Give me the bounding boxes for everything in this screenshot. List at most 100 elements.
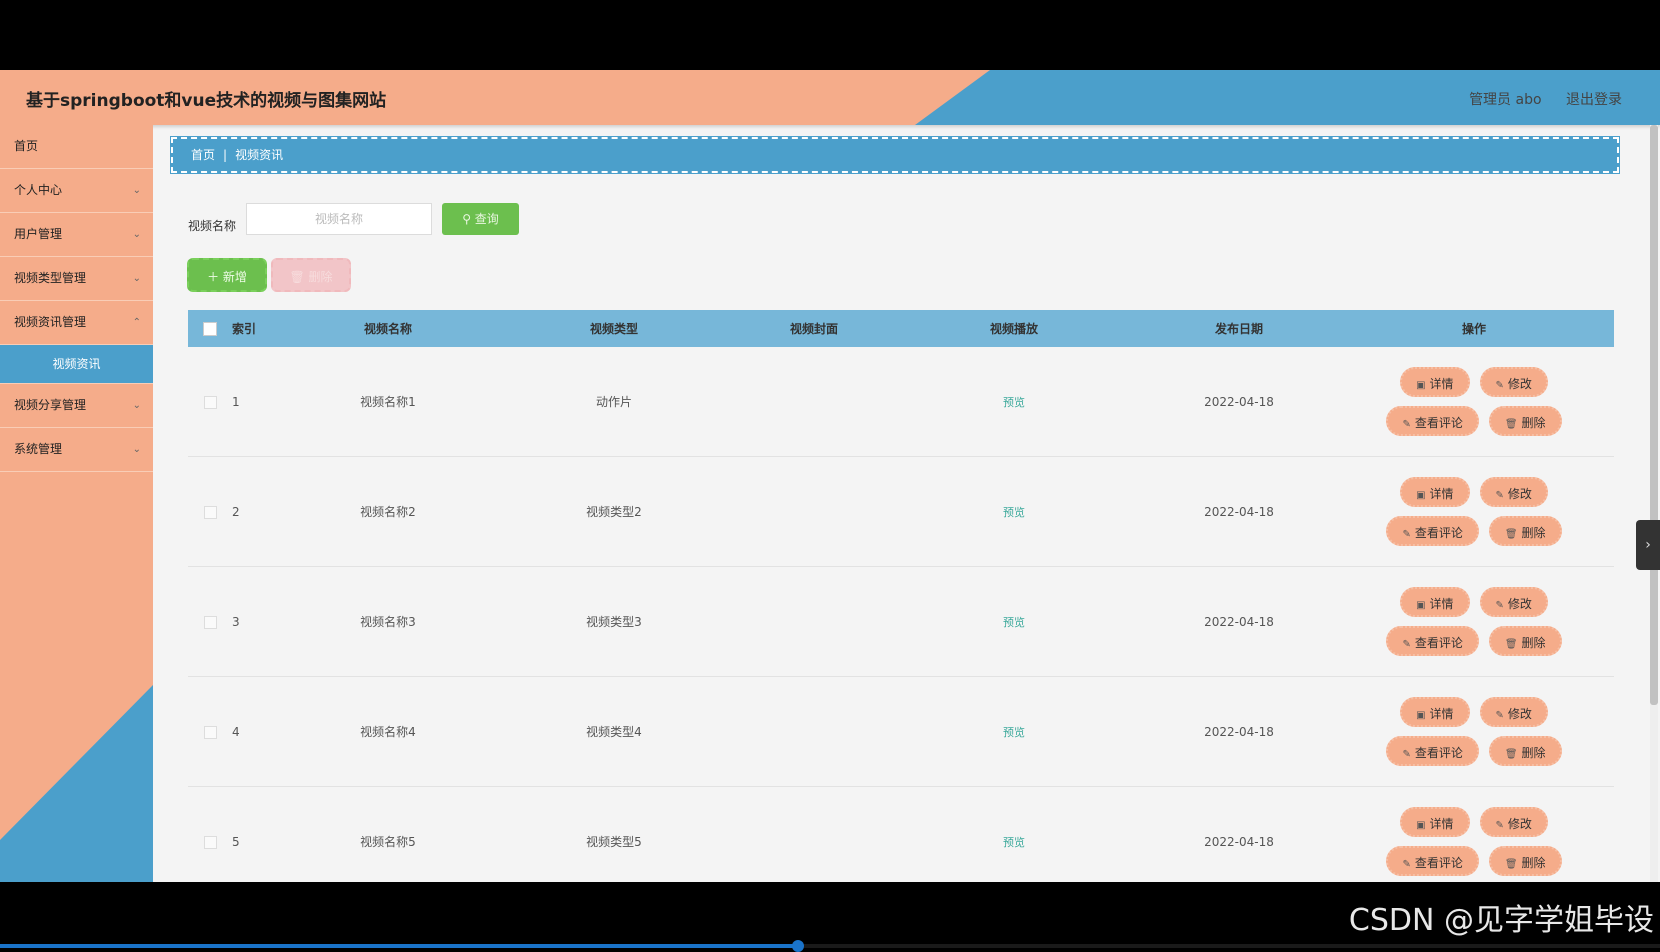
trash-icon: 🗑 (1504, 859, 1518, 870)
edit-label: 修改 (1507, 707, 1532, 721)
row-checkbox[interactable] (203, 505, 217, 519)
row-operations: ▣ 详情 ✎ 修改 ✎ 查看评论 🗑 删除 (1334, 807, 1614, 876)
detail-button[interactable]: ▣ 详情 (1400, 697, 1470, 727)
header-video-cover: 视频封面 (789, 322, 838, 336)
document-icon: ▣ (1416, 600, 1426, 611)
table-header: 索引 视频名称 视频类型 视频封面 视频播放 发布日期 操作 (188, 310, 1614, 347)
detail-button[interactable]: ▣ 详情 (1400, 477, 1470, 507)
add-button-label: 新增 (222, 270, 247, 284)
row-operations: ▣ 详情 ✎ 修改 ✎ 查看评论 🗑 删除 (1334, 697, 1614, 766)
row-checkbox[interactable] (203, 395, 217, 409)
detail-label: 详情 (1429, 377, 1454, 391)
edit-button[interactable]: ✎ 修改 (1479, 587, 1548, 617)
edit-button[interactable]: ✎ 修改 (1479, 807, 1548, 837)
sidebar-item-personal-center[interactable]: 个人中心 ⌄ (0, 169, 153, 213)
header-video-name: 视频名称 (363, 322, 412, 336)
row-checkbox[interactable] (203, 725, 217, 739)
header-user-area: 管理员 abo 退出登录 (1449, 89, 1622, 109)
preview-link[interactable]: 预览 (1003, 726, 1025, 739)
detail-label: 详情 (1429, 707, 1454, 721)
cell-index: 5 (232, 834, 240, 849)
row-operations: ▣ 详情 ✎ 修改 ✎ 查看评论 🗑 删除 (1334, 587, 1614, 656)
pencil-icon: ✎ (1495, 380, 1504, 391)
cell-index: 3 (232, 614, 240, 629)
edit-label: 修改 (1507, 817, 1532, 831)
add-button[interactable]: ＋ 新增 (187, 258, 267, 292)
delete-button[interactable]: 🗑 删除 (1488, 406, 1562, 436)
search-icon: ⚲ (462, 212, 475, 226)
document-icon: ▣ (1416, 820, 1426, 831)
view-comments-button[interactable]: ✎ 查看评论 (1386, 516, 1479, 546)
view-comments-label: 查看评论 (1414, 636, 1463, 650)
delete-button[interactable]: 🗑 删除 (1488, 736, 1562, 766)
video-progress-fill (0, 944, 798, 948)
trash-icon: 🗑 (1504, 419, 1518, 430)
preview-link[interactable]: 预览 (1003, 836, 1025, 849)
app-title: 基于springboot和vue技术的视频与图集网站 (26, 91, 387, 111)
cell-video-name: 视频名称1 (360, 395, 416, 409)
row-operations: ▣ 详情 ✎ 修改 ✎ 查看评论 🗑 删除 (1334, 367, 1614, 436)
delete-button[interactable]: 🗑 删除 (1488, 626, 1562, 656)
view-comments-button[interactable]: ✎ 查看评论 (1386, 846, 1479, 876)
view-comments-button[interactable]: ✎ 查看评论 (1386, 406, 1479, 436)
edit-button[interactable]: ✎ 修改 (1479, 367, 1548, 397)
detail-button[interactable]: ▣ 详情 (1400, 807, 1470, 837)
cell-video-name: 视频名称3 (360, 615, 416, 629)
search-input[interactable] (246, 203, 432, 235)
delete-label: 删除 (1521, 526, 1546, 540)
breadcrumb-home[interactable]: 首页 (191, 148, 215, 162)
cell-index: 2 (232, 504, 240, 519)
detail-button[interactable]: ▣ 详情 (1400, 587, 1470, 617)
edit-button[interactable]: ✎ 修改 (1479, 477, 1548, 507)
query-button[interactable]: ⚲ 查询 (442, 203, 519, 235)
cell-video-type: 动作片 (595, 395, 632, 409)
preview-link[interactable]: 预览 (1003, 396, 1025, 409)
preview-link[interactable]: 预览 (1003, 616, 1025, 629)
sidebar-item-label: 视频资讯管理 (14, 315, 87, 329)
row-checkbox[interactable] (203, 615, 217, 629)
pencil-icon: ✎ (1495, 600, 1504, 611)
chevron-right-icon[interactable]: › (1636, 520, 1660, 570)
view-comments-button[interactable]: ✎ 查看评论 (1386, 736, 1479, 766)
sidebar-item-user-management[interactable]: 用户管理 ⌄ (0, 213, 153, 257)
sidebar-item-label: 视频分享管理 (14, 398, 87, 412)
vertical-scrollbar[interactable] (1650, 125, 1658, 882)
main-content: 首页 | 视频资讯 视频名称 ⚲ 查询 ＋ 新增 🗑 删除 索引 视频名称 视频类型… (153, 125, 1650, 882)
sidebar-item-label: 视频资讯 (52, 357, 101, 371)
cell-video-type: 视频类型5 (586, 835, 642, 849)
select-all-checkbox[interactable] (203, 321, 217, 336)
sidebar-item-video-news-management[interactable]: 视频资讯管理 ⌃ (0, 301, 153, 345)
chevron-down-icon: ⌄ (132, 273, 141, 284)
view-comments-label: 查看评论 (1414, 746, 1463, 760)
edit-button[interactable]: ✎ 修改 (1479, 697, 1548, 727)
header-index: 索引 (232, 322, 257, 336)
batch-delete-label: 删除 (308, 270, 333, 284)
detail-button[interactable]: ▣ 详情 (1400, 367, 1470, 397)
sidebar-subitem-video-news[interactable]: 视频资讯 (0, 345, 153, 384)
view-comments-button[interactable]: ✎ 查看评论 (1386, 626, 1479, 656)
trash-icon: 🗑 (1504, 749, 1518, 760)
pencil-icon: ✎ (1402, 639, 1411, 650)
chevron-down-icon: ⌄ (132, 400, 141, 411)
preview-link[interactable]: 预览 (1003, 506, 1025, 519)
delete-button[interactable]: 🗑 删除 (1488, 846, 1562, 876)
video-news-table: 索引 视频名称 视频类型 视频封面 视频播放 发布日期 操作 1 视频名称1 动… (188, 310, 1614, 882)
scrollbar-thumb[interactable] (1650, 125, 1658, 705)
logout-link[interactable]: 退出登录 (1566, 92, 1622, 108)
cell-publish-date: 2022-04-18 (1204, 394, 1274, 409)
breadcrumb-separator: | (223, 148, 228, 162)
chevron-down-icon: ⌄ (132, 444, 141, 455)
sidebar-item-video-share-management[interactable]: 视频分享管理 ⌄ (0, 384, 153, 428)
sidebar-item-video-type-management[interactable]: 视频类型管理 ⌄ (0, 257, 153, 301)
breadcrumb: 首页 | 视频资讯 (170, 136, 1620, 174)
delete-label: 删除 (1521, 636, 1546, 650)
sidebar-item-system-management[interactable]: 系统管理 ⌄ (0, 428, 153, 472)
sidebar-item-home[interactable]: 首页 (0, 125, 153, 169)
cell-publish-date: 2022-04-18 (1204, 504, 1274, 519)
delete-button[interactable]: 🗑 删除 (1488, 516, 1562, 546)
batch-delete-button[interactable]: 🗑 删除 (271, 258, 351, 292)
row-checkbox[interactable] (203, 835, 217, 849)
video-progress-knob[interactable] (792, 940, 804, 952)
table-row: 5 视频名称5 视频类型5 预览 2022-04-18 ▣ 详情 ✎ 修改 ✎ 查看评… (188, 787, 1614, 882)
cell-video-type: 视频类型3 (586, 615, 642, 629)
